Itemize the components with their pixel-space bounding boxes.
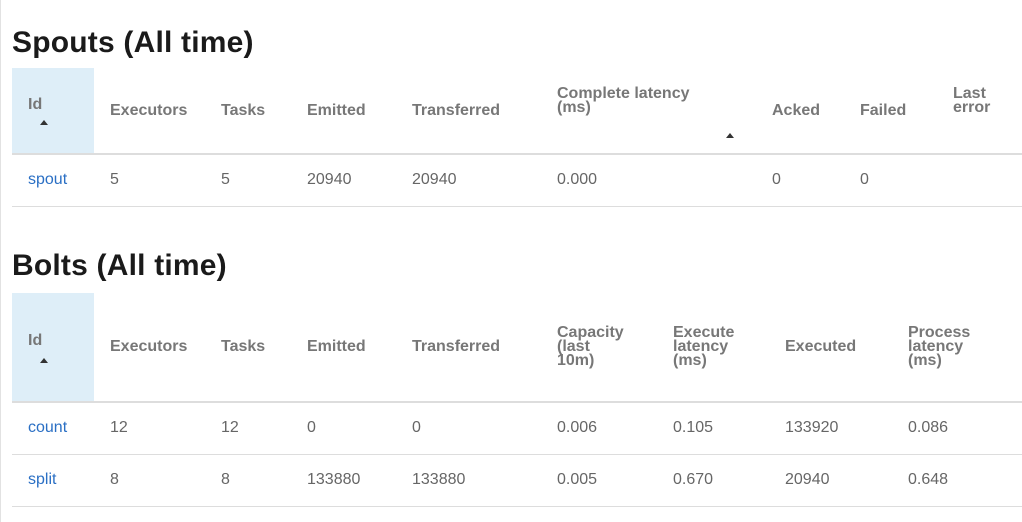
- bolt-id-cell[interactable]: split: [12, 454, 94, 507]
- table-cell: 0.000: [557, 154, 772, 207]
- col-emitted-label: Emitted: [307, 101, 366, 119]
- col-capacity-header[interactable]: Capacity (last 10m): [557, 293, 673, 403]
- spouts-header-row: Id Executors Tasks Emitted Transferred C…: [12, 68, 1022, 155]
- col-transferred-header[interactable]: Transferred: [412, 293, 557, 403]
- table-cell: 5: [221, 154, 307, 207]
- col-failed-label: Failed: [860, 101, 907, 119]
- col-id-label: Id: [28, 332, 43, 349]
- col-tasks-label: Tasks: [221, 101, 266, 119]
- bolts-section-title: Bolts (All time): [12, 249, 227, 282]
- table-cell: 0.670: [673, 454, 785, 507]
- table-cell: 0: [772, 154, 860, 207]
- col-tasks-header[interactable]: Tasks: [221, 293, 307, 403]
- col-executors-header[interactable]: Executors: [94, 293, 221, 403]
- table-cell: 8: [94, 454, 221, 507]
- col-execute-latency-header[interactable]: Execute latency (ms): [673, 293, 785, 403]
- bolt-id-link[interactable]: split: [28, 471, 56, 488]
- bolts-header-row: Id Executors Tasks Emitted Transferred C…: [12, 293, 1022, 403]
- col-id-header[interactable]: Id: [12, 293, 94, 403]
- table-cell: 5: [94, 154, 221, 207]
- col-process-latency-label-3: (ms): [908, 352, 942, 369]
- col-executors-header[interactable]: Executors: [94, 68, 221, 155]
- table-row: count 12 12 0 0 0.006 0.105 133920 0.086: [12, 402, 1022, 455]
- table-cell: 133920: [785, 402, 908, 455]
- table-row: split 8 8 133880 133880 0.005 0.670 2094…: [12, 454, 1022, 507]
- col-failed-header[interactable]: Failed: [860, 68, 953, 155]
- col-tasks-header[interactable]: Tasks: [221, 68, 307, 155]
- bolts-table: Id Executors Tasks Emitted Transferred C…: [12, 293, 1022, 507]
- table-cell: 8: [221, 454, 307, 507]
- col-executors-label: Executors: [110, 338, 188, 355]
- col-transferred-header[interactable]: Transferred: [412, 68, 557, 155]
- col-id-label: Id: [28, 95, 43, 113]
- col-last-error-label-2: error: [953, 98, 991, 116]
- table-cell: [953, 154, 1022, 207]
- sort-asc-icon: [40, 120, 48, 125]
- table-cell: 12: [94, 402, 221, 455]
- col-tasks-label: Tasks: [221, 338, 266, 355]
- spouts-table: Id Executors Tasks Emitted Transferred C…: [12, 68, 1022, 207]
- spouts-section-title: Spouts (All time): [12, 26, 254, 59]
- table-cell: 12: [221, 402, 307, 455]
- col-emitted-label: Emitted: [307, 338, 366, 355]
- table-cell: 0: [307, 402, 412, 455]
- col-complete-latency-header[interactable]: Complete latency (ms): [557, 68, 772, 155]
- table-cell: 20940: [412, 154, 557, 207]
- col-transferred-label: Transferred: [412, 338, 501, 355]
- col-acked-header[interactable]: Acked: [772, 68, 860, 155]
- table-cell: 133880: [412, 454, 557, 507]
- table-cell: 133880: [307, 454, 412, 507]
- col-acked-label: Acked: [772, 101, 821, 119]
- table-cell: 0.648: [908, 454, 1022, 507]
- col-emitted-header[interactable]: Emitted: [307, 68, 412, 155]
- topology-stats-page: Spouts (All time) Id Executors Tasks Emi…: [0, 0, 1022, 522]
- table-row: spout 5 5 20940 20940 0.000 0 0: [12, 154, 1022, 207]
- spout-id-cell[interactable]: spout: [12, 154, 94, 207]
- table-cell: 0.006: [557, 402, 673, 455]
- table-cell: 20940: [785, 454, 908, 507]
- col-process-latency-header[interactable]: Process latency (ms): [908, 293, 1022, 403]
- bolt-id-cell[interactable]: count: [12, 402, 94, 455]
- col-emitted-header[interactable]: Emitted: [307, 293, 412, 403]
- table-cell: 0.086: [908, 402, 1022, 455]
- col-complete-latency-label-2: (ms): [557, 98, 591, 116]
- table-cell: 0: [412, 402, 557, 455]
- table-cell: 0: [860, 154, 953, 207]
- col-executed-header[interactable]: Executed: [785, 293, 908, 403]
- table-cell: 0.005: [557, 454, 673, 507]
- table-cell: 0.105: [673, 402, 785, 455]
- col-transferred-label: Transferred: [412, 101, 501, 119]
- sort-indicator-icon: [726, 133, 734, 138]
- col-id-header[interactable]: Id: [12, 68, 94, 155]
- table-cell: 20940: [307, 154, 412, 207]
- spout-id-link[interactable]: spout: [28, 171, 67, 188]
- col-last-error-header[interactable]: Last error: [953, 68, 1022, 155]
- col-executed-label: Executed: [785, 338, 857, 355]
- col-execute-latency-label-3: (ms): [673, 352, 707, 369]
- bolt-id-link[interactable]: count: [28, 419, 67, 436]
- sort-asc-icon: [40, 358, 48, 363]
- col-executors-label: Executors: [110, 101, 188, 119]
- col-capacity-label-3: 10m): [557, 352, 595, 369]
